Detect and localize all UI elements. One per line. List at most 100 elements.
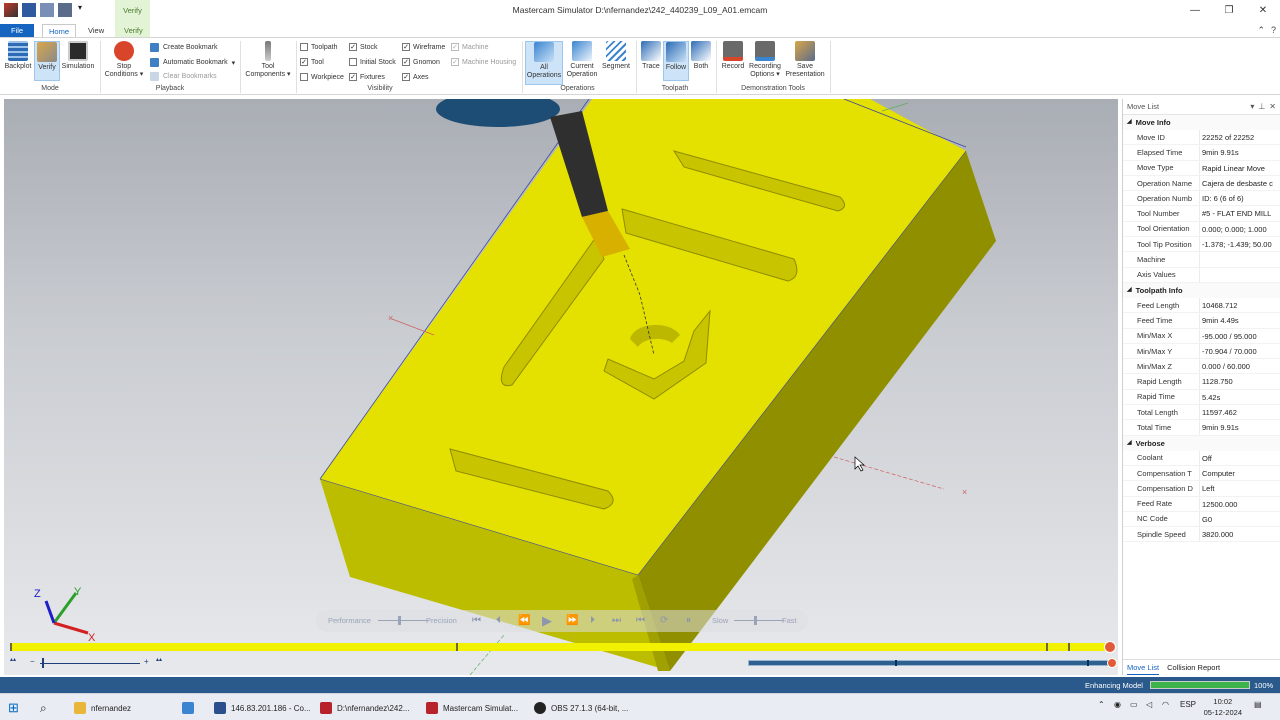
rewind-icon[interactable]: ⏪ [518, 615, 530, 626]
follow-button[interactable]: Follow [663, 41, 689, 81]
property-row[interactable]: Elapsed Time 9min 9.91s [1123, 145, 1280, 161]
tab-file[interactable]: File [0, 24, 34, 38]
quality-slider-knob[interactable] [398, 616, 401, 625]
property-row[interactable]: Operation Numb ID: 6 (6 of 6) [1123, 191, 1280, 207]
skip-start-icon[interactable]: ⏮ [472, 615, 481, 626]
taskbar-app-simulator[interactable]: Mastercam Simulat... [426, 698, 518, 718]
recording-options-button[interactable]: Recording Options ▾ [746, 41, 784, 79]
collapse-arrow-icon[interactable]: ◢ [1127, 436, 1132, 451]
panel-menu-icon[interactable]: ▾ [1250, 99, 1254, 115]
tab-verify[interactable]: Verify [118, 24, 149, 38]
zoom-large-icon[interactable]: ▴▴ [156, 656, 162, 663]
initial-stock-checkbox[interactable]: Initial Stock [349, 58, 396, 66]
simulation-timeline[interactable] [10, 641, 1116, 653]
verify-button[interactable]: Verify [34, 41, 60, 81]
property-row[interactable]: Move Type Rapid Linear Move [1123, 160, 1280, 176]
zoom-slider-track[interactable] [40, 663, 140, 664]
property-row[interactable]: Feed Time 9min 4.49s [1123, 313, 1280, 329]
property-row[interactable]: Rapid Time 5.42s [1123, 389, 1280, 406]
tab-view[interactable]: View [82, 24, 110, 38]
notifications-icon[interactable]: ▤ [1254, 700, 1262, 709]
property-row[interactable]: Min/Max Z 0.000 / 60.000 [1123, 359, 1280, 375]
property-row[interactable]: Min/Max Y -70.904 / 70.000 [1123, 343, 1280, 360]
backplot-button[interactable]: Backplot [3, 41, 33, 71]
tray-app-icon[interactable]: ◉ [1114, 700, 1121, 709]
collapse-ribbon-icon[interactable]: ⌃ [1257, 25, 1265, 36]
trace-button[interactable]: Trace [639, 41, 663, 71]
tab-collision-report[interactable]: Collision Report [1167, 660, 1220, 675]
taskbar-app-remote[interactable] [182, 698, 194, 718]
property-row[interactable]: Rapid Length 1128.750 [1123, 374, 1280, 390]
toolpath-checkbox[interactable]: Toolpath [300, 43, 337, 51]
stock-checkbox[interactable]: ✓ Stock [349, 43, 378, 51]
speed-slider-knob[interactable] [754, 616, 757, 625]
tray-expand-icon[interactable]: ⌃ [1098, 700, 1105, 709]
taskbar-app-explorer[interactable]: nfernandez [74, 698, 131, 718]
property-row[interactable]: Compensation T Computer [1123, 465, 1280, 482]
fast-forward-icon[interactable]: ⏩ [566, 615, 578, 626]
clock[interactable]: 10:02 05-12-2024 [1204, 696, 1242, 718]
language-indicator[interactable]: ESP [1180, 700, 1196, 709]
zoom-small-icon[interactable]: ▴▴ [10, 656, 16, 663]
step-back-icon[interactable]: ⏴ [496, 615, 501, 626]
section-header[interactable]: ◢ Toolpath Info [1123, 282, 1280, 298]
save-presentation-button[interactable]: Save Presentation [784, 41, 826, 79]
help-icon[interactable]: ? [1271, 25, 1276, 36]
property-row[interactable]: Compensation D Left [1123, 481, 1280, 497]
rewind-to-start-icon[interactable]: ⏮ [636, 615, 645, 626]
property-row[interactable]: Machine [1123, 252, 1280, 268]
property-row[interactable]: Tool Orientation 0.000; 0.000; 1.000 [1123, 221, 1280, 238]
zoom-in-button[interactable]: + [144, 657, 149, 666]
current-operation-button[interactable]: Current Operation [564, 41, 600, 79]
property-row[interactable]: Total Time 9min 9.91s [1123, 420, 1280, 436]
create-bookmark-button[interactable]: Create Bookmark [150, 43, 217, 52]
loop-icon[interactable]: ⟳ [660, 615, 668, 626]
machine-checkbox[interactable]: ✓ Machine [451, 43, 488, 51]
tab-move-list[interactable]: Move List [1127, 660, 1160, 675]
simulation-viewport[interactable]: × × Z Y X Performance Precision ⏮ ⏴ ⏪ ▶ … [4, 99, 1118, 675]
taskbar-app-obs[interactable]: OBS 27.1.3 (64-bit, ... [534, 698, 628, 718]
panel-close-icon[interactable]: ✕ [1269, 99, 1276, 115]
play-icon[interactable]: ▶ [542, 613, 552, 629]
gnomon-checkbox[interactable]: ✓ Gnomon [402, 58, 440, 66]
progress-end-handle[interactable] [1107, 658, 1117, 668]
start-button[interactable]: ⊞ [8, 698, 19, 718]
property-row[interactable]: Feed Rate 12500.000 [1123, 496, 1280, 512]
all-operations-button[interactable]: All Operations [525, 41, 563, 85]
property-row[interactable]: Operation Name Cajera de desbaste c [1123, 175, 1280, 192]
quality-slider[interactable] [378, 620, 428, 621]
zoom-control[interactable]: ▴▴ − + ▴▴ [10, 657, 170, 669]
restore-button[interactable]: ❐ [1212, 0, 1246, 22]
segment-button[interactable]: Segment [600, 41, 632, 71]
skip-end-icon[interactable]: ⏭ [612, 615, 621, 626]
operation-progress-bar[interactable] [748, 658, 1117, 668]
property-row[interactable]: Feed Length 10468.712 [1123, 297, 1280, 314]
tool-components-button[interactable]: Tool Components ▾ [244, 41, 292, 79]
clear-bookmarks-button[interactable]: Clear Bookmarks [150, 72, 217, 81]
zoom-out-button[interactable]: − [30, 657, 35, 666]
step-forward-icon[interactable]: ⏵ [590, 615, 595, 626]
automatic-bookmark-button[interactable]: Automatic Bookmark ▾ [150, 58, 235, 67]
property-row[interactable]: Total Length 11597.462 [1123, 405, 1280, 421]
close-button[interactable]: ✕ [1246, 0, 1280, 22]
fixtures-checkbox[interactable]: ✓ Fixtures [349, 73, 385, 81]
property-row[interactable]: Move ID 22252 of 22252 [1123, 130, 1280, 146]
axes-checkbox[interactable]: ✓ Axes [402, 73, 429, 81]
simulation-button[interactable]: Simulation [60, 41, 96, 71]
property-row[interactable]: NC Code G0 [1123, 511, 1280, 528]
property-row[interactable]: Coolant Off [1123, 450, 1280, 466]
wireframe-checkbox[interactable]: ✓ Wireframe [402, 43, 445, 51]
property-row[interactable]: Tool Number #5 - FLAT END MILL [1123, 206, 1280, 222]
search-button[interactable]: ⌕ [40, 698, 47, 718]
machine-housing-checkbox[interactable]: ✓ Machine Housing [451, 58, 516, 66]
workpiece-checkbox[interactable]: Workpiece [300, 73, 344, 81]
section-header[interactable]: ◢ Move Info [1123, 115, 1280, 130]
pause-at-icon[interactable]: ⏸ [686, 615, 691, 626]
timeline-end-handle[interactable] [1104, 641, 1116, 653]
record-button[interactable]: Record [720, 41, 746, 71]
collapse-arrow-icon[interactable]: ◢ [1127, 283, 1132, 298]
pin-icon[interactable]: ⊥ [1258, 99, 1265, 115]
tab-home[interactable]: Home [42, 24, 77, 38]
taskbar-app-mastercam[interactable]: D:\nfernandez\242... [320, 698, 410, 718]
both-button[interactable]: Both [690, 41, 712, 71]
